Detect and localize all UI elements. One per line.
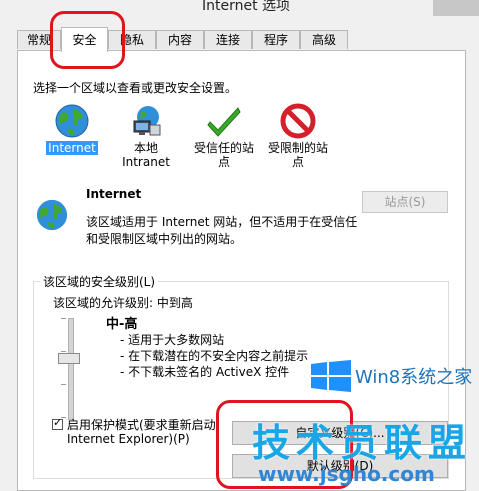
annotation-ring-security-tab (50, 11, 125, 69)
slider-tick (61, 384, 66, 385)
sites-button[interactable]: 站点(S) (362, 191, 448, 213)
slider-tick (61, 351, 66, 352)
slider-tick (61, 318, 66, 319)
zone-restricted-label-2: 点 (291, 155, 304, 169)
windows-logo-icon (311, 360, 351, 392)
zone-internet-label: Internet (46, 141, 98, 155)
security-level-slider-thumb[interactable] (58, 353, 80, 364)
allowed-levels-text: 该区域的允许级别: 中到高 (53, 296, 193, 310)
level-bullet: - 在下载潜在的不安全内容之前提示 (120, 349, 309, 363)
zone-intranet-label-2: Intranet (122, 155, 170, 169)
protected-mode-label-1: 启用保护模式(要求重新启动 (67, 418, 216, 432)
selected-zone-desc-2: 和受限制区域中列出的网站。 (86, 232, 243, 246)
zone-instruction: 选择一个区域以查看或更改安全设置。 (33, 81, 238, 95)
watermark-url: www.jsgho.com (258, 462, 435, 486)
security-level-group-label: 该区域的安全级别(L) (40, 273, 159, 290)
zone-restricted-sites[interactable]: 受限制的站 点 (262, 103, 334, 169)
zone-local-intranet[interactable]: 本地 Intranet (116, 103, 176, 169)
zone-trusted-sites[interactable]: 受信任的站 点 (188, 103, 260, 169)
level-bullet: - 不下载未签名的 ActiveX 控件 (120, 365, 290, 379)
watermark-brand: Win8系统之家 (355, 367, 473, 388)
selected-zone-globe-icon (35, 198, 69, 232)
restricted-icon (280, 103, 316, 139)
protected-mode-checkbox[interactable] (52, 416, 63, 430)
zone-intranet-label-1: 本地 (133, 141, 158, 155)
globe-icon (54, 103, 90, 139)
zone-restricted-label-1: 受限制的站 (267, 141, 328, 155)
selected-zone-title: Internet (86, 187, 142, 201)
check-icon (206, 103, 242, 139)
security-level-name: 中-高 (106, 317, 138, 332)
zone-trusted-label-2: 点 (217, 155, 230, 169)
zone-trusted-label-1: 受信任的站 (193, 141, 254, 155)
protected-mode-label-2: Internet Explorer)(P) (67, 432, 190, 446)
selected-zone-desc-1: 该区域适用于 Internet 网站，但不适用于在受信任 (86, 215, 358, 229)
watermark-big-text: 技术员联盟 (252, 421, 473, 465)
intranet-icon (128, 103, 164, 139)
zone-internet[interactable]: Internet (44, 103, 100, 155)
level-bullet: - 适用于大多数网站 (120, 333, 225, 347)
security-level-slider-track[interactable] (68, 318, 74, 420)
